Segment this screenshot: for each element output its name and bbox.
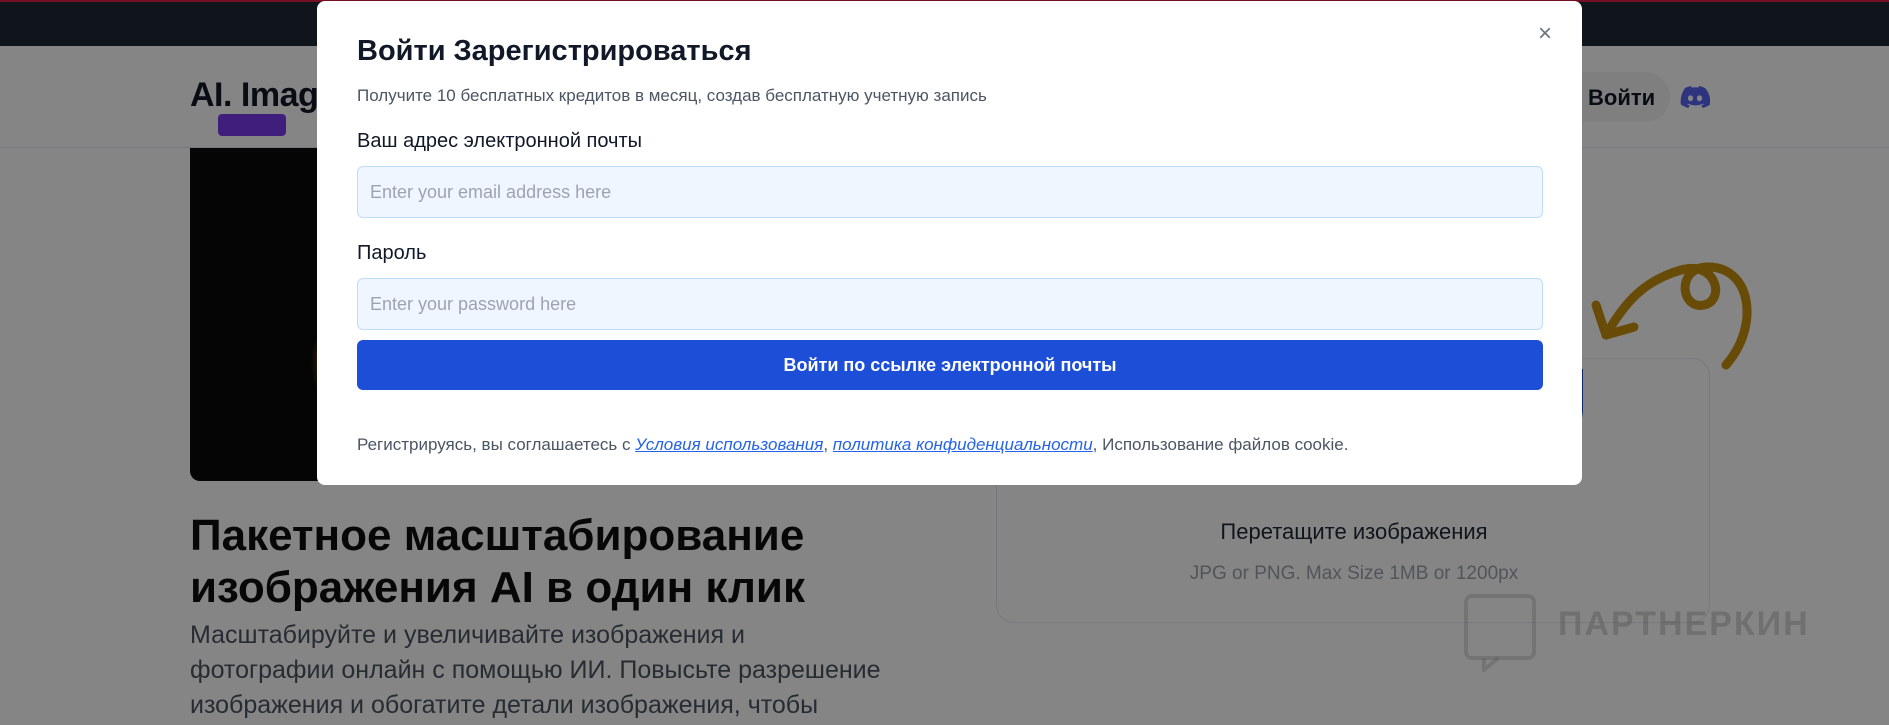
terms-of-use-link[interactable]: Условия использования (635, 435, 823, 454)
tab-login[interactable]: Войти (357, 35, 446, 67)
close-icon[interactable]: × (1534, 22, 1556, 46)
terms-notice: Регистрируясь, вы соглашаетесь с Условия… (357, 435, 1348, 455)
terms-prefix: Регистрируясь, вы соглашаетесь с (357, 435, 636, 454)
terms-separator: , (823, 435, 833, 454)
email-field[interactable] (357, 166, 1543, 218)
terms-suffix: , Использование файлов cookie. (1092, 435, 1349, 454)
modal-subtitle: Получите 10 бесплатных кредитов в месяц,… (357, 86, 987, 105)
email-label: Ваш адрес электронной почты (357, 130, 643, 152)
email-link-login-button[interactable]: Войти по ссылке электронной почты (357, 340, 1543, 390)
password-field[interactable] (357, 278, 1543, 330)
password-label: Пароль (357, 242, 427, 264)
auth-modal: × Войти Зарегистрироваться Получите 10 бе… (317, 1, 1582, 485)
tab-register[interactable]: Зарегистрироваться (454, 35, 752, 67)
modal-title: Войти Зарегистрироваться (357, 35, 760, 68)
privacy-policy-link[interactable]: политика конфиденциальности (833, 435, 1093, 454)
